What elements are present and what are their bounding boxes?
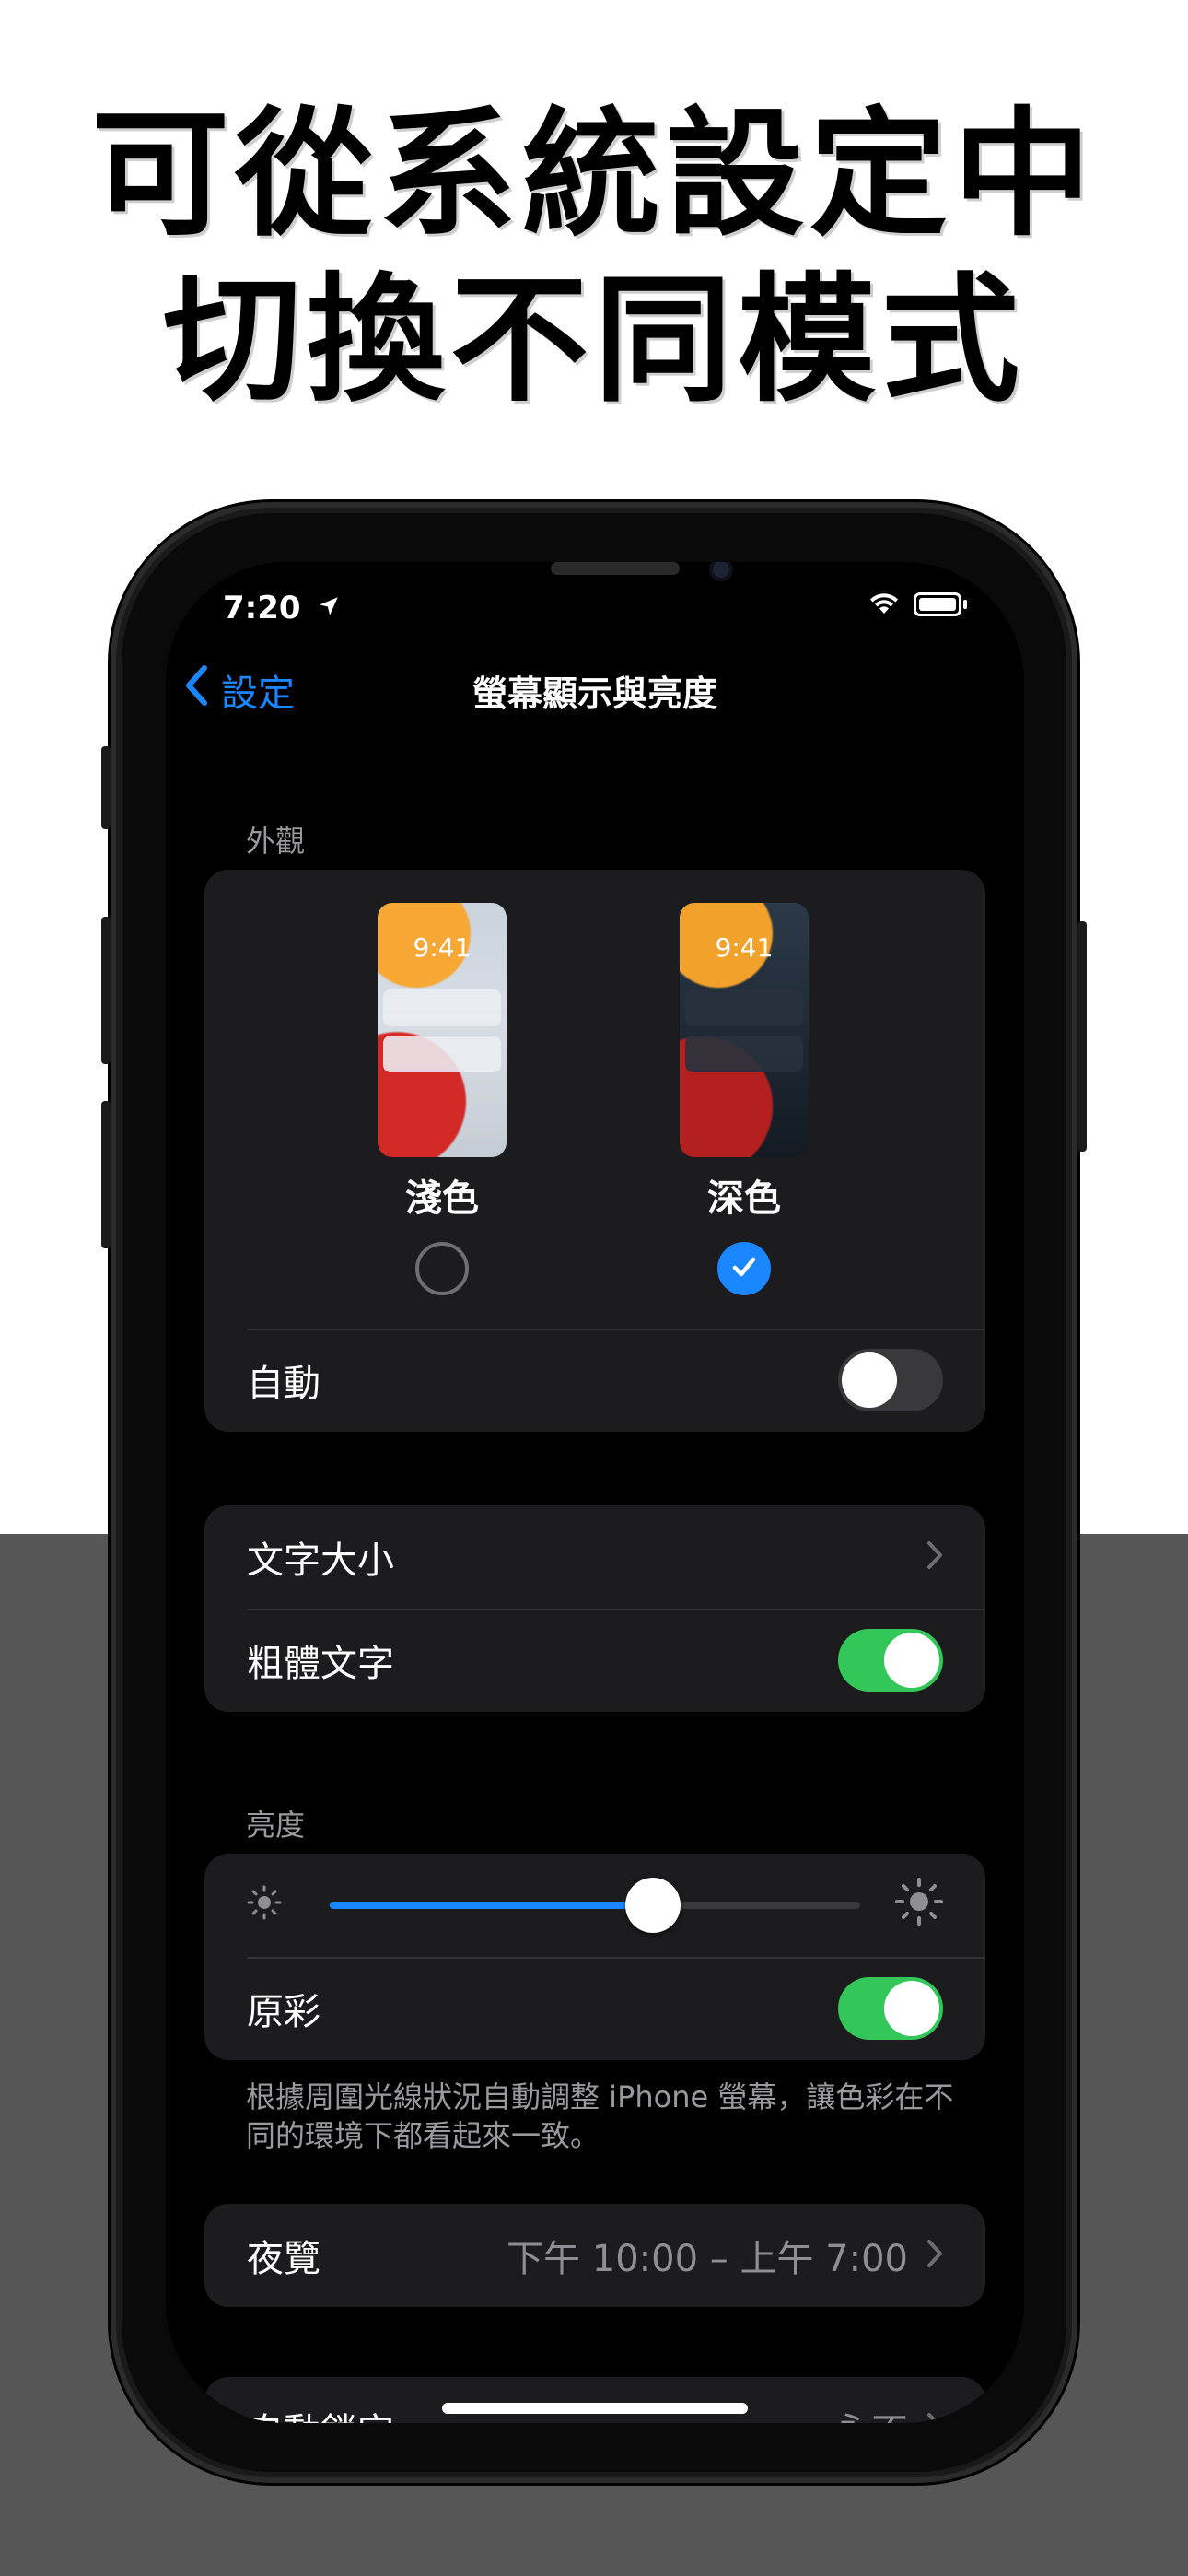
status-icons [868, 590, 967, 619]
appearance-group: 9:41 9:41 淺色 深色 自動 [204, 870, 985, 1432]
front-camera [709, 562, 733, 581]
appearance-section-label: 外觀 [246, 824, 306, 859]
brightness-slider-fill [330, 1902, 654, 1909]
home-indicator[interactable] [442, 2403, 748, 2414]
silent-switch [101, 746, 111, 829]
bold-text-row: 粗體文字 [204, 1609, 985, 1712]
auto-lock-value: 永不 [834, 2402, 908, 2423]
wifi-icon [868, 590, 901, 619]
speaker-grille [551, 562, 680, 575]
auto-label: 自動 [247, 1363, 320, 1405]
dark-mode-label: 深色 [707, 1177, 781, 1220]
battery-cap [963, 600, 967, 609]
text-size-label: 文字大小 [247, 1540, 394, 1582]
dark-preview-card-1 [685, 989, 803, 1026]
dark-preview-card-2 [685, 1036, 803, 1072]
bold-text-toggle[interactable] [838, 1629, 943, 1692]
page-title: 螢幕顯示與亮度 [472, 673, 717, 714]
brightness-section-label: 亮度 [246, 1808, 306, 1843]
chevron-right-icon [926, 2239, 943, 2272]
toggle-knob [842, 1352, 897, 1408]
night-shift-group: 夜覽 下午 10:00 – 上午 7:00 [204, 2204, 985, 2307]
volume-up-button [101, 917, 111, 1064]
chevron-right-icon [926, 2412, 943, 2423]
dark-mode-radio[interactable] [717, 1242, 771, 1295]
chevron-right-icon [926, 1540, 943, 1574]
auto-toggle[interactable] [838, 1349, 943, 1411]
sun-large-icon [891, 1874, 947, 1933]
checkmark-icon [728, 1251, 760, 1286]
toggle-knob [884, 1981, 939, 2036]
notch [350, 562, 840, 628]
night-shift-label: 夜覽 [247, 2238, 320, 2280]
true-tone-toggle[interactable] [838, 1977, 943, 2040]
status-time: 7:20 [223, 590, 341, 626]
light-mode-label: 淺色 [405, 1177, 479, 1220]
auto-lock-row[interactable]: 自動鎖定 永不 [204, 2377, 985, 2423]
headline-line-2: 切換不同模式 [162, 261, 1025, 421]
headline: 可從系統設定中 切換不同模式 [0, 92, 1188, 424]
sun-small-icon [241, 1879, 287, 1929]
toggle-knob [884, 1633, 939, 1688]
status-time-text: 7:20 [223, 590, 301, 626]
light-preview-time: 9:41 [413, 932, 472, 963]
auto-lock-group: 自動鎖定 永不 [204, 2377, 985, 2423]
light-preview-card-2 [383, 1036, 501, 1072]
battery-icon [914, 592, 961, 616]
auto-appearance-row: 自動 [204, 1329, 985, 1432]
light-preview-card-1 [383, 989, 501, 1026]
true-tone-footnote: 根據周圍光線狀況自動調整 iPhone 螢幕，讓色彩在不同的環境下都看起來一致。 [246, 2079, 954, 2153]
night-shift-row[interactable]: 夜覽 下午 10:00 – 上午 7:00 [204, 2204, 985, 2307]
text-group: 文字大小 粗體文字 [204, 1505, 985, 1712]
bold-text-label: 粗體文字 [247, 1643, 394, 1685]
power-button [1077, 921, 1087, 1152]
dark-preview-time: 9:41 [715, 932, 774, 963]
headline-line-1: 可從系統設定中 [90, 95, 1097, 255]
light-mode-preview[interactable]: 9:41 [378, 903, 507, 1157]
night-shift-value: 下午 10:00 – 上午 7:00 [507, 2238, 908, 2280]
brightness-group: 原彩 [204, 1854, 985, 2060]
text-size-row[interactable]: 文字大小 [204, 1505, 985, 1609]
brightness-slider-knob[interactable] [625, 1878, 681, 1933]
dark-mode-preview[interactable]: 9:41 [680, 903, 809, 1157]
volume-down-button [101, 1101, 111, 1248]
true-tone-row: 原彩 [204, 1957, 985, 2060]
true-tone-label: 原彩 [247, 1991, 320, 2033]
location-arrow-icon [317, 590, 341, 626]
brightness-slider[interactable] [330, 1878, 860, 1933]
phone-screen: 7:20 設定 螢幕顯示與亮度 外觀 9:41 9:41 淺色 深色 自動 文字… [166, 562, 1024, 2423]
light-mode-radio[interactable] [415, 1242, 469, 1295]
